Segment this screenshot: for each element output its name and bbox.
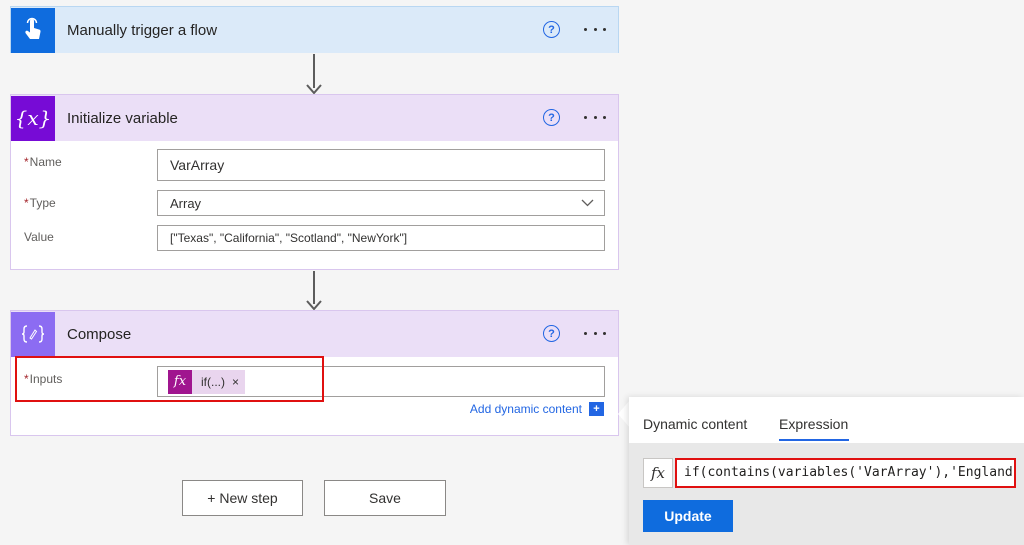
more-options-icon[interactable] <box>584 107 606 127</box>
initialize-variable-title: Initialize variable <box>67 109 178 127</box>
active-tab-indicator <box>779 439 849 441</box>
help-icon[interactable]: ? <box>543 109 560 126</box>
more-options-icon[interactable] <box>584 323 606 343</box>
help-icon[interactable]: ? <box>543 325 560 342</box>
update-button[interactable]: Update <box>643 500 733 532</box>
initialize-variable-card[interactable]: {x} Initialize variable ? *Name VarArray… <box>10 94 619 270</box>
compose-title: Compose <box>67 325 132 343</box>
trigger-card-header[interactable]: Manually trigger a flow ? <box>11 7 618 53</box>
add-dynamic-content-link[interactable]: Add dynamic content <box>470 402 582 416</box>
more-options-icon[interactable] <box>584 19 606 39</box>
save-button[interactable]: Save <box>324 480 446 516</box>
required-mark: * <box>24 155 29 169</box>
name-label: *Name <box>24 155 62 169</box>
required-mark: * <box>24 196 29 210</box>
fx-icon: fx <box>643 458 673 488</box>
tab-expression[interactable]: Expression <box>779 416 848 432</box>
variable-icon: {x} <box>11 95 55 141</box>
value-input[interactable]: ["Texas", "California", "Scotland", "New… <box>157 225 605 251</box>
initialize-variable-header[interactable]: {x} Initialize variable ? <box>11 95 618 141</box>
new-step-button[interactable]: + New step <box>182 480 303 516</box>
connector-arrow-icon <box>306 84 322 94</box>
type-select[interactable]: Array <box>157 190 605 216</box>
connector-line <box>313 54 315 88</box>
value-label: Value <box>24 230 54 244</box>
help-icon[interactable]: ? <box>543 21 560 38</box>
chevron-down-icon <box>581 199 594 207</box>
compose-header[interactable]: Compose ? <box>11 311 618 357</box>
type-label: *Type <box>24 196 56 210</box>
inputs-highlight <box>15 356 324 402</box>
add-dynamic-content-icon[interactable]: + <box>589 402 604 416</box>
connector-arrow-icon <box>306 300 322 310</box>
name-input[interactable]: VarArray <box>157 149 605 181</box>
tab-dynamic-content[interactable]: Dynamic content <box>643 416 747 432</box>
trigger-title: Manually trigger a flow <box>67 21 218 39</box>
trigger-card[interactable]: Manually trigger a flow ? <box>10 6 619 53</box>
expression-area: fx if(contains(variables('VarArray'),'En… <box>629 443 1024 545</box>
expression-input[interactable]: if(contains(variables('VarArray'),'Engla… <box>675 458 1016 488</box>
touch-icon <box>11 7 55 53</box>
dynamic-content-panel: Dynamic content Expression fx if(contain… <box>629 397 1024 545</box>
compose-icon <box>11 311 55 357</box>
